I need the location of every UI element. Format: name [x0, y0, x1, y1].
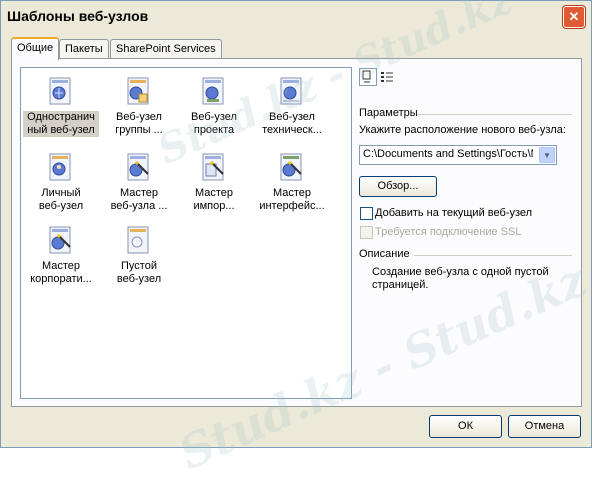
template-single-page-site[interactable]: Одностранич ный веб-узел [23, 74, 99, 144]
cancel-button[interactable]: Отмена [508, 415, 581, 438]
wizard-site-icon [127, 153, 149, 181]
project-site-icon [202, 77, 224, 105]
location-value: C:\Documents and Settings\Гость\Мои [363, 148, 533, 160]
template-support-site[interactable]: Веб-узел техническ... [254, 74, 330, 144]
parameters-heading: Параметры [359, 107, 418, 119]
parameters-separator [417, 114, 572, 115]
tab-sharepoint-services[interactable]: SharePoint Services [110, 39, 222, 58]
template-label-line1: Мастер [41, 260, 81, 272]
description-line2: страницей. [372, 279, 429, 291]
template-interface-wizard[interactable]: Мастер интерфейс... [254, 150, 330, 220]
dialog-title: Шаблоны веб-узлов [7, 8, 149, 24]
template-label-line2: веб-узел [116, 273, 162, 285]
template-team-site[interactable]: Веб-узел группы ... [101, 74, 177, 144]
close-icon: ✕ [568, 9, 580, 24]
template-label-line1: Веб-узел [116, 111, 162, 123]
interface-wizard-icon [280, 153, 302, 181]
template-label-line2: интерфейс... [259, 200, 325, 212]
add-to-current-label: Добавить на текущий веб-узел [375, 207, 533, 219]
template-label-line1: Мастер [272, 187, 312, 199]
large-icons-icon [362, 70, 371, 83]
template-label-line1: Личный [41, 187, 81, 199]
close-button[interactable]: ✕ [563, 6, 585, 28]
add-to-current-checkbox[interactable] [360, 207, 373, 220]
chevron-down-icon[interactable]: ▼ [539, 147, 555, 163]
template-list[interactable]: Одностранич ный веб-узел Веб-узел группы .… [20, 67, 352, 399]
template-label-line2: веб-узла ... [110, 200, 168, 212]
web-templates-dialog: Шаблоны веб-узлов ✕ Общие Пакеты SharePo… [0, 0, 592, 480]
template-label-line2: проекта [193, 124, 235, 136]
personal-site-icon [49, 153, 71, 181]
support-site-icon [280, 77, 302, 105]
location-label: Укажите расположение нового веб-узла: [359, 124, 566, 136]
template-wizard-site[interactable]: Мастер веб-узла ... [101, 150, 177, 220]
description-text: Создание веб-узла с одной пустой странице… [372, 266, 549, 292]
ok-button[interactable]: ОК [429, 415, 502, 438]
template-label-line1: Мастер [194, 187, 234, 199]
template-label-line2: группы ... [115, 124, 163, 136]
description-heading: Описание [359, 248, 410, 260]
template-label-line2: импор... [193, 200, 235, 212]
description-line1: Создание веб-узла с одной пустой [372, 266, 549, 278]
list-icon [381, 72, 393, 82]
template-project-site[interactable]: Веб-узел проекта [176, 74, 252, 144]
tab-packages[interactable]: Пакеты [59, 39, 109, 58]
template-label-line1: Веб-узел [191, 111, 237, 123]
title-bar[interactable]: Шаблоны веб-узлов ✕ [1, 1, 591, 31]
empty-site-icon [127, 226, 149, 254]
template-label-line1: Мастер [119, 187, 159, 199]
template-label-line2: корпорати... [30, 273, 92, 285]
ssl-checkbox[interactable] [360, 226, 373, 239]
single-page-site-icon [49, 77, 71, 105]
template-empty-site[interactable]: Пустой веб-узел [101, 223, 177, 293]
template-label-line2: техническ... [262, 124, 322, 136]
large-icons-view-button[interactable] [359, 68, 377, 86]
team-site-icon [127, 77, 149, 105]
template-personal-site[interactable]: Личный веб-узел [23, 150, 99, 220]
template-import-wizard[interactable]: Мастер импор... [176, 150, 252, 220]
template-label-line1: Пустой [121, 260, 157, 272]
template-label-line2: ный веб-узел [27, 124, 95, 136]
description-separator [414, 255, 572, 256]
template-label-line2: веб-узел [38, 200, 84, 212]
template-label-line1: Веб-узел [269, 111, 315, 123]
corporate-wizard-icon [49, 226, 71, 254]
tab-panel: Одностранич ный веб-узел Веб-узел группы .… [11, 58, 582, 407]
list-view-button[interactable] [378, 68, 396, 86]
view-toggle [359, 68, 399, 86]
browse-button[interactable]: Обзор... [359, 176, 437, 197]
template-label-line1: Одностранич [27, 111, 95, 123]
tab-general[interactable]: Общие [11, 37, 60, 60]
import-wizard-icon [202, 153, 224, 181]
template-corporate-wizard[interactable]: Мастер корпорати... [23, 223, 99, 293]
ssl-label: Требуется подключение SSL [375, 226, 522, 238]
location-combobox[interactable]: C:\Documents and Settings\Гость\Мои ▼ [359, 145, 557, 165]
